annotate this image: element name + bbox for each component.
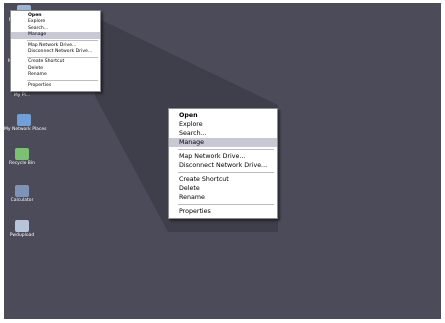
context-menu-small: Open Explore Search... Manage Map Network Dr… (10, 10, 101, 93)
menu-separator (27, 56, 98, 58)
desktop: My ComputerMy Docum...My Pi...My Network… (4, 3, 441, 319)
desktop-icon[interactable]: Calculator (4, 185, 42, 204)
menu-item-disconnect-network-drive[interactable]: Disconnect Network Drive... (11, 49, 100, 55)
calculator-icon (15, 185, 29, 197)
recycle-bin-icon (15, 148, 29, 160)
menu-item-properties[interactable]: Properties (169, 207, 277, 216)
menu-item-properties[interactable]: Properties (11, 83, 100, 89)
network-places-icon (17, 114, 31, 126)
menu-separator (178, 149, 274, 150)
desktop-icon[interactable]: Pwdupload (4, 220, 42, 239)
menu-item-create-shortcut[interactable]: Create Shortcut (169, 175, 277, 184)
desktop-icon[interactable]: My Network Places (4, 114, 47, 133)
upload-icon (15, 220, 29, 232)
menu-item-search[interactable]: Search... (169, 129, 277, 138)
menu-separator (27, 80, 98, 82)
context-menu-enlarged: Open Explore Search... Manage Map Network Dr… (168, 108, 278, 219)
menu-item-map-network-drive[interactable]: Map Network Drive... (169, 152, 277, 161)
menu-item-rename[interactable]: Rename (169, 193, 277, 202)
menu-separator (27, 40, 98, 42)
menu-item-explore[interactable]: Explore (169, 120, 277, 129)
menu-item-open[interactable]: Open (169, 111, 277, 120)
desktop-icon-label: My Network Places (4, 127, 47, 132)
menu-item-disconnect-network-drive[interactable]: Disconnect Network Drive... (169, 161, 277, 170)
desktop-icon[interactable]: Recycle Bin (4, 148, 42, 167)
menu-separator (178, 172, 274, 173)
menu-item-manage[interactable]: Manage (11, 32, 100, 39)
menu-separator (178, 204, 274, 205)
menu-item-manage[interactable]: Manage (169, 138, 277, 147)
menu-item-delete[interactable]: Delete (169, 184, 277, 193)
desktop-icon-label: Calculator (10, 198, 34, 203)
menu-item-rename[interactable]: Rename (11, 72, 100, 78)
desktop-icon-label: Recycle Bin (9, 161, 35, 166)
desktop-icon-label: My Pi... (13, 93, 31, 98)
desktop-icon-label: Pwdupload (9, 233, 35, 238)
